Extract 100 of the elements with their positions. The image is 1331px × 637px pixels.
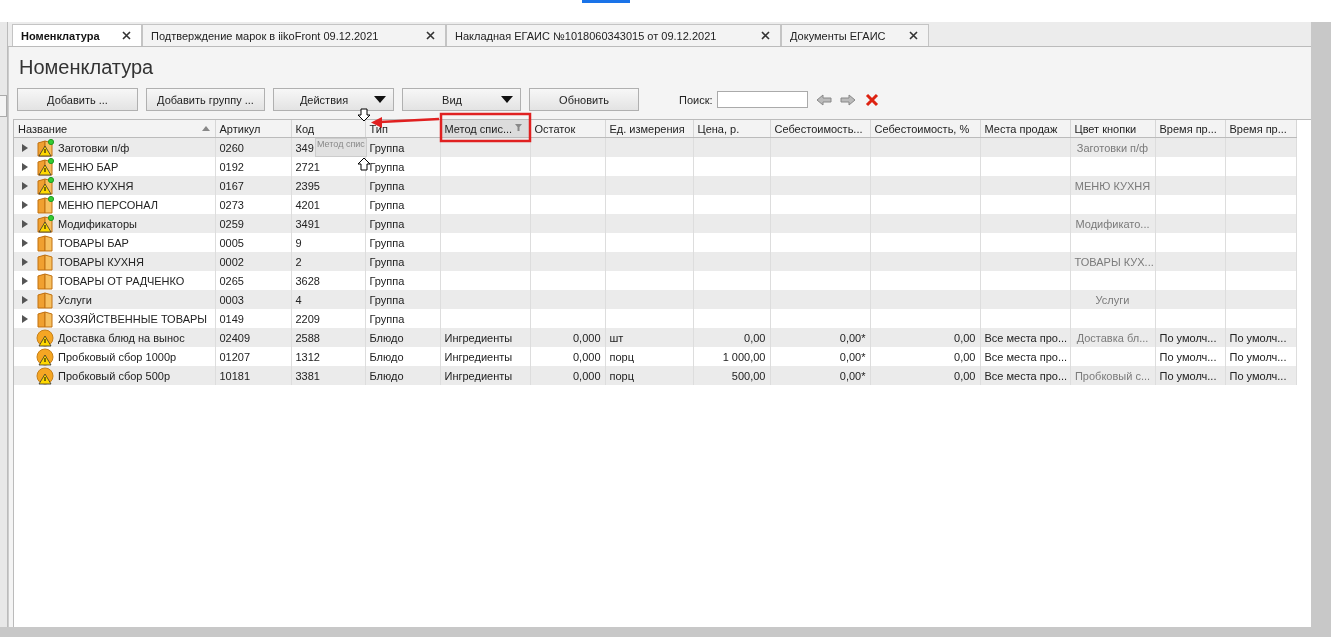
table-cell: 4201 — [295, 198, 320, 211]
table-cell: По умолч... — [1159, 369, 1217, 382]
table-cell: Пробковый сбор 500р — [58, 369, 170, 382]
tab[interactable]: Документы ЕГАИС — [781, 24, 929, 46]
color-cell-text: Заготовки п/ф — [1076, 141, 1149, 154]
column-header[interactable]: Артикул — [215, 120, 291, 138]
caret-icon — [501, 96, 513, 103]
dropdown-button[interactable]: Вид — [402, 88, 521, 111]
table-cell: 0265 — [219, 274, 244, 287]
splitter-handle[interactable] — [0, 95, 7, 117]
table-cell: Ингредиенты — [444, 331, 513, 344]
table-cell: Группа — [369, 274, 405, 287]
table-cell: Пробковый сбор 1000р — [58, 350, 177, 363]
table-cell: порц — [609, 369, 634, 382]
table-cell: 0,000 — [572, 331, 601, 344]
table-cell: Блюдо — [369, 350, 404, 363]
expand-icon[interactable] — [22, 162, 28, 171]
table-cell: Группа — [369, 293, 405, 306]
column-header[interactable]: Себестоимость... — [770, 120, 870, 138]
column-header[interactable]: Код — [291, 120, 365, 138]
column-header[interactable]: Себестоимость, % — [870, 120, 980, 138]
column-header[interactable]: Время пр... — [1155, 120, 1225, 138]
table-cell: Группа — [369, 179, 405, 192]
table-cell: По умолч... — [1229, 369, 1287, 382]
table-cell: ТОВАРЫ КУХНЯ — [58, 255, 144, 268]
search-label: Поиск: — [679, 93, 713, 106]
table-cell: 01207 — [219, 350, 251, 363]
color-cell-text: Доставка бл... — [1076, 331, 1149, 344]
table-cell: 349 — [295, 141, 314, 154]
column-header[interactable]: Остаток — [530, 120, 605, 138]
drag-ghost: Метод спис — [315, 138, 367, 157]
table-cell: Группа — [369, 198, 405, 211]
close-icon[interactable] — [909, 31, 918, 40]
table-cell: 4 — [295, 293, 302, 306]
expand-icon[interactable] — [22, 276, 28, 285]
clear-icon[interactable] — [863, 92, 880, 107]
dropdown-button[interactable]: Действия — [273, 88, 394, 111]
table-cell: Группа — [369, 312, 405, 325]
expand-icon[interactable] — [22, 238, 28, 247]
table-cell: Модификаторы — [58, 217, 137, 230]
expand-icon[interactable] — [22, 181, 28, 190]
right-arrow-icon[interactable] — [839, 92, 856, 107]
close-icon[interactable] — [426, 31, 435, 40]
expand-icon[interactable] — [22, 143, 28, 152]
table-cell: МЕНЮ КУХНЯ — [58, 179, 134, 192]
table-cell: 2395 — [295, 179, 320, 192]
table-cell: 0,00* — [839, 350, 866, 363]
button[interactable]: Добавить ... — [17, 88, 138, 111]
column-header[interactable]: Цвет кнопки — [1070, 120, 1155, 138]
table-cell: Ингредиенты — [444, 369, 513, 382]
expand-icon[interactable] — [22, 314, 28, 323]
color-cell-text: Пробковый с... — [1074, 369, 1151, 382]
close-icon[interactable] — [761, 31, 770, 40]
close-icon[interactable] — [122, 31, 131, 40]
table-cell: 9 — [295, 236, 302, 249]
column-header[interactable]: Метод спис... — [440, 120, 530, 138]
table-cell: ТОВАРЫ ОТ РАДЧЕНКО — [58, 274, 185, 287]
table-cell: Группа — [369, 141, 405, 154]
table-cell: 0260 — [219, 141, 244, 154]
table-cell: Доставка блюд на вынос — [58, 331, 185, 344]
table-cell: 0,00 — [954, 369, 976, 382]
table-cell: Группа — [369, 236, 405, 249]
table-cell: ТОВАРЫ БАР — [58, 236, 129, 249]
left-arrow-icon[interactable] — [815, 92, 832, 107]
table-cell: ХОЗЯЙСТВЕННЫЕ ТОВАРЫ — [58, 312, 208, 325]
tab[interactable]: Накладная ЕГАИС №1018060343015 от 09.12.2021 — [446, 24, 781, 46]
color-cell-text: Услуги — [1095, 293, 1130, 306]
column-header[interactable]: Места продаж — [980, 120, 1070, 138]
table-cell: 0259 — [219, 217, 244, 230]
table-cell: 3628 — [295, 274, 320, 287]
table-cell: 1312 — [295, 350, 320, 363]
expand-icon[interactable] — [22, 295, 28, 304]
tab[interactable]: Номенклатура — [12, 24, 142, 46]
search-field[interactable] — [716, 91, 808, 108]
table-cell: Все места про... — [984, 331, 1068, 344]
table-cell: Группа — [369, 160, 405, 173]
column-header[interactable]: Ед. измерения — [605, 120, 693, 138]
button[interactable]: Обновить — [529, 88, 639, 111]
table-cell: По умолч... — [1229, 331, 1287, 344]
column-header[interactable]: Цена, р. — [693, 120, 770, 138]
tab[interactable]: Подтверждение марок в iikoFront 09.12.2021 — [142, 24, 446, 46]
table-cell: шт — [609, 331, 624, 344]
table-cell: 2588 — [295, 331, 320, 344]
table-cell: МЕНЮ ПЕРСОНАЛ — [58, 198, 159, 211]
table-cell: По умолч... — [1159, 331, 1217, 344]
filter-icon[interactable] — [514, 124, 522, 131]
color-cell-text: Модификато... — [1075, 217, 1150, 230]
expand-icon[interactable] — [22, 200, 28, 209]
table-cell: 500,00 — [731, 369, 766, 382]
button[interactable]: Добавить группу ... — [146, 88, 265, 111]
table-cell: Блюдо — [369, 331, 404, 344]
column-header[interactable]: Название — [14, 120, 215, 138]
table-cell: 0003 — [219, 293, 244, 306]
column-header[interactable]: Время пр... — [1225, 120, 1296, 138]
sort-icon — [201, 126, 210, 131]
expand-icon[interactable] — [22, 219, 28, 228]
table-cell: По умолч... — [1229, 350, 1287, 363]
table-cell: Ингредиенты — [444, 350, 513, 363]
table-cell: 02409 — [219, 331, 251, 344]
expand-icon[interactable] — [22, 257, 28, 266]
